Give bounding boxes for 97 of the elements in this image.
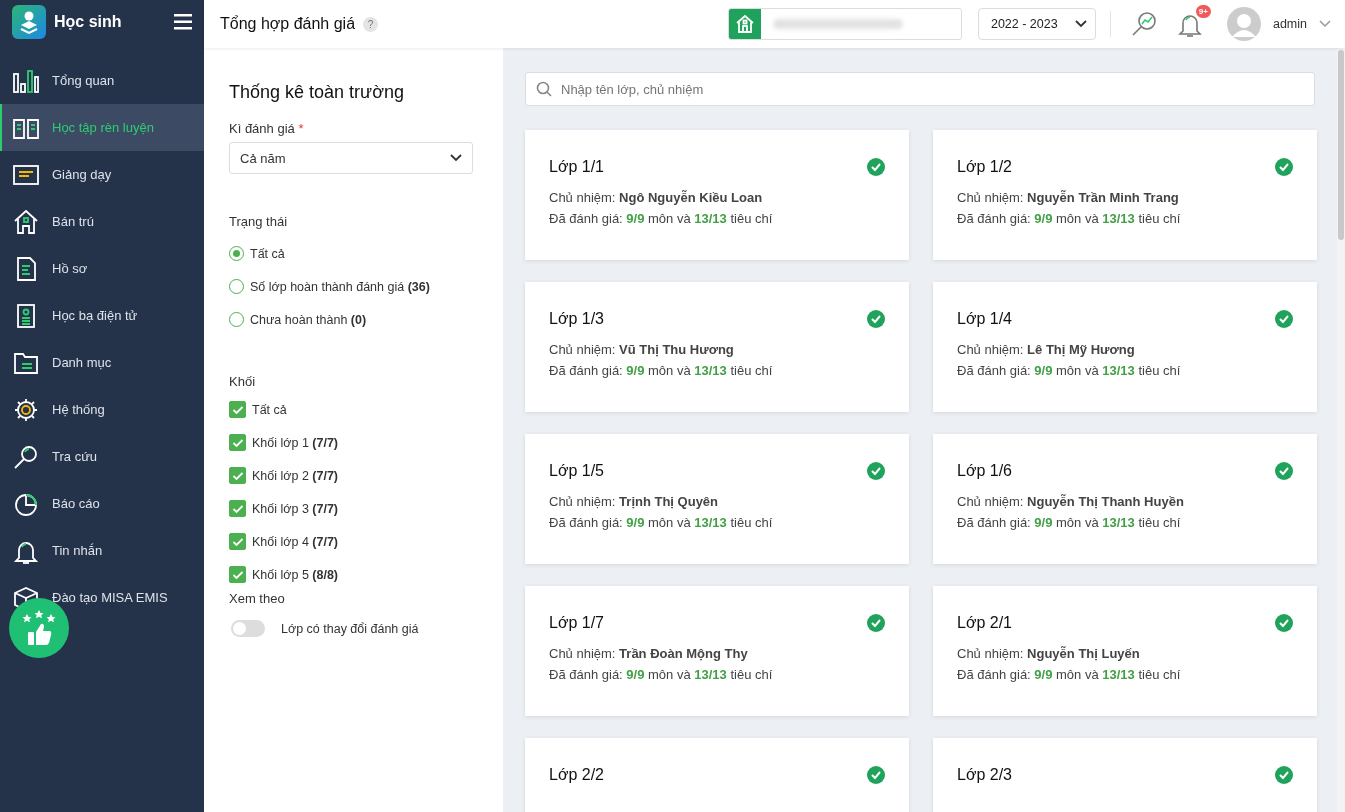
help-icon[interactable]: ? <box>363 16 379 32</box>
sidebar-item[interactable]: Hồ sơ <box>0 245 204 292</box>
sidebar-item[interactable]: Học bạ điện tử <box>0 292 204 339</box>
checkbox[interactable] <box>229 467 246 484</box>
checkbox[interactable] <box>229 401 246 418</box>
class-name: Lớp 2/2 <box>549 766 604 784</box>
school-field[interactable] <box>727 8 962 40</box>
sidebar-item[interactable]: Học tập rèn luyện <box>0 104 204 151</box>
checkbox-label: Khối lớp 4 (7/7) <box>252 534 339 549</box>
evaluation-progress: Đã đánh giá: 9/9 môn và 13/13 tiêu chí <box>549 363 774 378</box>
house-icon <box>12 208 40 235</box>
class-name: Lớp 1/4 <box>957 310 1012 328</box>
class-card[interactable]: Lớp 2/1 Chủ nhiệm: Nguyễn Thị Luyến Đã đánh giá: 9/9 môn và 13/13 tiêu chí <box>933 586 1317 716</box>
sidebar-item[interactable]: Báo cáo <box>0 480 204 527</box>
class-name: Lớp 1/2 <box>957 158 1012 176</box>
class-name: Lớp 1/6 <box>957 462 1012 480</box>
checkmark-icon <box>231 536 244 547</box>
class-card[interactable]: Lớp 2/2 <box>525 738 909 812</box>
homeroom-teacher: Chủ nhiệm: Ngô Nguyễn Kiều Loan <box>549 190 764 205</box>
class-card[interactable]: Lớp 1/6 Chủ nhiệm: Nguyễn Thị Thanh Huyền Đã đánh giá: 9/9 môn và 13/13 tiêu chí <box>933 434 1317 564</box>
class-card[interactable]: Lớp 1/5 Chủ nhiệm: Trịnh Thị Quyên Đã đánh giá: 9/9 môn và 13/13 tiêu chí <box>525 434 909 564</box>
app-logo-icon <box>12 5 46 39</box>
sidebar-item[interactable]: Bán trú <box>0 198 204 245</box>
sidebar-item[interactable]: Hệ thống <box>0 386 204 433</box>
checkbox-label: Khối lớp 2 (7/7) <box>252 468 339 483</box>
evaluation-progress: Đã đánh giá: 9/9 môn và 13/13 tiêu chí <box>957 211 1182 226</box>
panel-title: Thống kê toàn trường <box>229 82 405 103</box>
checkbox-label: Khối lớp 3 (7/7) <box>252 501 339 516</box>
evaluation-progress: Đã đánh giá: 9/9 môn và 13/13 tiêu chí <box>957 667 1182 682</box>
checkbox[interactable] <box>229 434 246 451</box>
bars-icon <box>12 67 40 94</box>
radio-label: Chưa hoàn thành (0) <box>250 312 367 327</box>
checkmark-icon <box>231 470 244 481</box>
homeroom-teacher: Chủ nhiệm: Lê Thị Mỹ Hương <box>957 342 1136 357</box>
search-icon <box>536 81 552 97</box>
chevron-down-icon <box>1074 20 1087 28</box>
homeroom-teacher: Chủ nhiệm: Nguyễn Trần Minh Trang <box>957 190 1180 205</box>
sidebar-item[interactable]: Tin nhắn <box>0 527 204 574</box>
checkbox[interactable] <box>229 533 246 550</box>
school-year-dropdown[interactable]: 2022 - 2023 <box>977 8 1096 40</box>
field-label: Kì đánh giá * <box>229 121 305 136</box>
section-label: Xem theo <box>229 591 286 606</box>
checkmark-icon <box>231 503 244 514</box>
evaluation-progress: Đã đánh giá: 9/9 môn và 13/13 tiêu chí <box>957 515 1182 530</box>
homeroom-teacher: Chủ nhiệm: Trần Đoàn Mộng Thy <box>549 646 749 661</box>
class-name: Lớp 1/1 <box>549 158 604 176</box>
toggle-label: Lớp có thay đổi đánh giá <box>281 621 419 636</box>
user-name[interactable]: admin <box>1272 17 1307 31</box>
search-icon <box>12 443 40 470</box>
radio-label: Tất cả <box>250 246 285 261</box>
section-label: Khối <box>229 374 257 389</box>
class-card[interactable]: Lớp 1/1 Chủ nhiệm: Ngô Nguyễn Kiều Loan Đã đánh giá: 9/9 môn và 13/13 tiêu chí <box>525 130 909 260</box>
menu-icon[interactable] <box>174 14 192 30</box>
search-field[interactable]: Nhập tên lớp, chủ nhiệm <box>525 72 1315 106</box>
class-name: Lớp 2/3 <box>957 766 1012 784</box>
evaluation-progress: Đã đánh giá: 9/9 môn và 13/13 tiêu chí <box>549 515 774 530</box>
class-card[interactable]: Lớp 2/3 <box>933 738 1317 812</box>
app-name: Học sinh <box>54 13 123 31</box>
period-dropdown[interactable]: Cả năm <box>229 142 473 174</box>
checkbox[interactable] <box>229 566 246 583</box>
class-card[interactable]: Lớp 1/7 Chủ nhiệm: Trần Đoàn Mộng Thy Đã đánh giá: 9/9 môn và 13/13 tiêu chí <box>525 586 909 716</box>
class-name: Lớp 1/5 <box>549 462 604 480</box>
avatar-icon[interactable] <box>1226 7 1261 41</box>
homeroom-teacher: Chủ nhiệm: Vũ Thị Thu Hương <box>549 342 735 357</box>
section-label: Trạng thái <box>229 214 289 229</box>
evaluation-progress: Đã đánh giá: 9/9 môn và 13/13 tiêu chí <box>957 363 1182 378</box>
magnifier-chart-icon[interactable] <box>1130 11 1157 37</box>
checkmark-icon <box>231 569 244 580</box>
notification-badge: 9+ <box>1195 5 1211 18</box>
checkbox[interactable] <box>229 500 246 517</box>
evaluation-progress: Đã đánh giá: 9/9 môn và 13/13 tiêu chí <box>549 667 774 682</box>
sidebar-item[interactable]: Tra cứu <box>0 433 204 480</box>
gear-icon <box>12 396 40 423</box>
checkmark-icon <box>231 437 244 448</box>
homeroom-teacher: Chủ nhiệm: Trịnh Thị Quyên <box>549 494 720 509</box>
class-name: Lớp 1/3 <box>549 310 604 328</box>
toggle-switch[interactable] <box>231 620 265 637</box>
homeroom-teacher: Chủ nhiệm: Nguyễn Thị Thanh Huyền <box>957 494 1185 509</box>
class-card[interactable]: Lớp 1/4 Chủ nhiệm: Lê Thị Mỹ Hương Đã đánh giá: 9/9 môn và 13/13 tiêu chí <box>933 282 1317 412</box>
school-icon <box>728 9 761 39</box>
class-name: Lớp 1/7 <box>549 614 604 632</box>
class-card[interactable]: Lớp 1/2 Chủ nhiệm: Nguyễn Trần Minh Trang Đã đánh giá: 9/9 môn và 13/13 tiêu chí <box>933 130 1317 260</box>
evaluation-progress: Đã đánh giá: 9/9 môn và 13/13 tiêu chí <box>549 211 774 226</box>
checkbox-label: Khối lớp 1 (7/7) <box>252 435 339 450</box>
checkbox-label: Tất cả <box>252 402 287 417</box>
sidebar-item[interactable]: Giảng dạy <box>0 151 204 198</box>
sidebar-item[interactable]: Tổng quan <box>0 57 204 104</box>
checkbox-label: Khối lớp 5 (8/8) <box>252 567 339 582</box>
chevron-down-icon[interactable] <box>1319 20 1331 28</box>
radio-label: Số lớp hoàn thành đánh giá (36) <box>250 279 430 294</box>
class-card[interactable]: Lớp 1/3 Chủ nhiệm: Vũ Thị Thu Hương Đã đánh giá: 9/9 môn và 13/13 tiêu chí <box>525 282 909 412</box>
class-name: Lớp 2/1 <box>957 614 1012 632</box>
homeroom-teacher: Chủ nhiệm: Nguyễn Thị Luyến <box>957 646 1141 661</box>
page-title: Tổng hợp đánh giá <box>220 15 356 33</box>
checkmark-icon <box>231 404 244 415</box>
sidebar-item[interactable]: Danh mục <box>0 339 204 386</box>
chevron-down-icon <box>450 154 462 162</box>
